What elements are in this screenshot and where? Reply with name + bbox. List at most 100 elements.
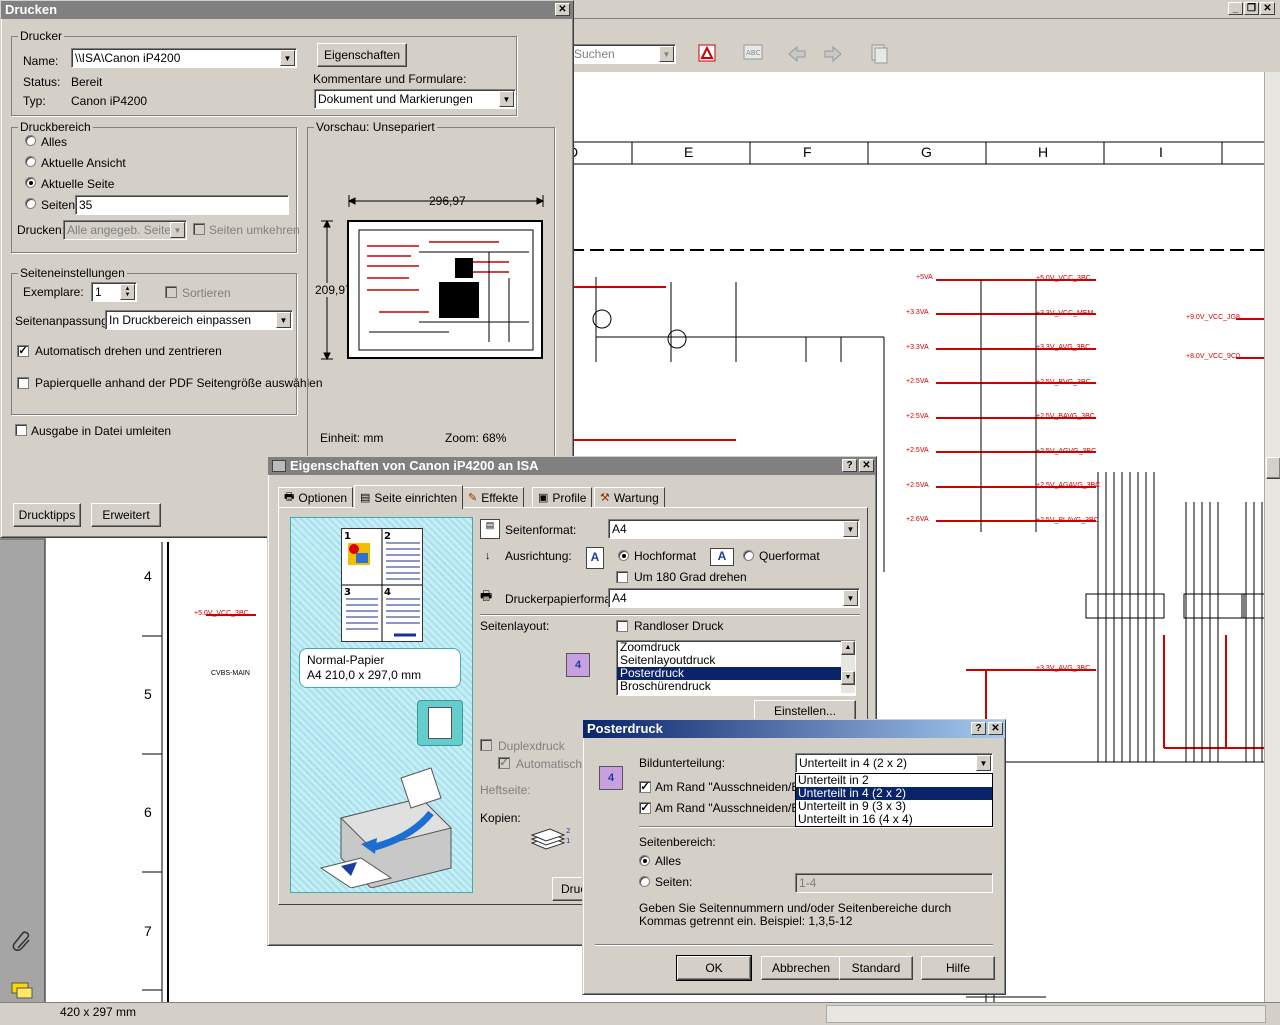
printer-paper-select[interactable]: A4 ▼ <box>608 588 860 608</box>
division-dropdown-list[interactable]: Unterteilt in 2 Unterteilt in 4 (2 x 2) … <box>795 773 993 827</box>
rotate-180-checkbox[interactable] <box>616 571 628 583</box>
paste-marks-checkbox[interactable]: ✓ <box>639 802 651 814</box>
horizontal-scrollbar[interactable] <box>826 1005 1266 1023</box>
division-select[interactable]: Unterteilt in 4 (2 x 2) ▼ <box>795 753 993 773</box>
back-arrow-icon[interactable] <box>786 44 808 64</box>
print-to-file-label: Ausgabe in Datei umleiten <box>31 424 172 438</box>
poster-titlebar: Posterdruck <box>583 720 1005 738</box>
reverse-pages-checkbox[interactable] <box>193 223 205 235</box>
svg-text:3: 3 <box>344 587 351 598</box>
close-app-icon[interactable]: ✕ <box>1260 2 1275 15</box>
orientation-arrow-icon: ↓ <box>485 550 491 562</box>
attachment-icon[interactable] <box>10 930 34 954</box>
range-view-label: Aktuelle Ansicht <box>41 156 126 170</box>
forward-arrow-icon[interactable] <box>822 44 844 64</box>
close-icon[interactable]: ✕ <box>988 722 1003 735</box>
range-pages-radio[interactable] <box>25 198 36 209</box>
papersource-checkbox[interactable] <box>17 377 29 389</box>
rail-label: +2.5VA <box>906 413 929 420</box>
search-input[interactable]: Suchen ▼ <box>570 44 676 64</box>
properties-button[interactable]: Eigenschaften <box>317 43 407 67</box>
cut-marks-checkbox[interactable]: ✓ <box>639 781 651 793</box>
scroll-thumb[interactable] <box>1266 457 1280 479</box>
net-label: +2.5V_PLAVG_3BC <box>1036 517 1099 524</box>
range-pages-radio[interactable] <box>639 876 650 887</box>
comments-select[interactable]: Dokument und Markierungen ▼ <box>314 89 516 109</box>
tab-effects[interactable]: ✎ Effekte <box>462 487 525 507</box>
page-layout-list[interactable]: Zoomdruck Seitenlayoutdruck Posterdruck … <box>616 640 856 696</box>
portrait-icon: A <box>586 547 604 569</box>
duplex-checkbox[interactable] <box>480 739 492 751</box>
tab-profiles[interactable]: ▣ Profile <box>532 487 593 507</box>
net-label: +8.0V_VCC_9C0 <box>1186 353 1240 360</box>
range-view-radio[interactable] <box>25 156 36 167</box>
close-icon[interactable]: ✕ <box>859 459 874 472</box>
tab-maintenance[interactable]: ⚒ Wartung <box>594 487 665 507</box>
range-all-label: Alles <box>41 135 68 149</box>
schematic-column-label: H <box>1038 144 1049 160</box>
options-icon: 🖶 <box>284 491 295 503</box>
schematic-column-label: I <box>1159 144 1163 160</box>
restore-icon[interactable]: ❐ <box>1244 2 1259 15</box>
tab-options[interactable]: 🖶 Optionen <box>278 487 354 507</box>
range-page-radio[interactable] <box>25 177 36 188</box>
collate-checkbox[interactable] <box>165 286 177 298</box>
list-item[interactable]: Broschürendruck <box>617 680 855 693</box>
print-subset-select[interactable]: Alle angegeb. Seiten ▼ <box>63 220 187 240</box>
list-scrollbar[interactable]: ▲ ▼ <box>841 641 855 693</box>
default-button[interactable]: Standard <box>839 956 913 980</box>
help-icon[interactable]: ? <box>971 722 986 735</box>
autorotate-checkbox[interactable]: ✓ <box>17 345 29 357</box>
range-pages-input[interactable]: 1-4 <box>795 873 993 893</box>
range-pages-label: Seiten <box>41 198 76 212</box>
help-icon[interactable]: ? <box>842 459 857 472</box>
tab-page-setup[interactable]: ▤ Seite einrichten <box>354 485 464 509</box>
print-dialog-titlebar: Drucken <box>1 1 573 19</box>
rotate-180-label: Um 180 Grad drehen <box>634 570 747 584</box>
schematic-row-label: 4 <box>144 568 152 584</box>
help-button[interactable]: Hilfe <box>921 956 995 980</box>
scaling-select[interactable]: In Druckbereich einpassen ▼ <box>105 310 293 330</box>
minimize-icon[interactable]: _ <box>1228 2 1243 15</box>
cancel-button[interactable]: Abbrechen <box>761 956 841 980</box>
vertical-scrollbar[interactable] <box>1264 72 1280 1002</box>
printer-name-select[interactable]: \\ISA\Canon iP4200 ▼ <box>71 48 297 68</box>
print-tips-button[interactable]: Drucktipps <box>13 503 81 527</box>
svg-text:1: 1 <box>344 531 351 542</box>
division-label: Bildunterteilung: <box>639 756 726 770</box>
layout-separator <box>480 614 860 615</box>
properties-title: Eigenschaften von Canon iP4200 an ISA <box>290 458 539 473</box>
rail-label: +3.3VA <box>906 309 929 316</box>
range-pages-label: Seiten: <box>655 875 693 889</box>
unit-label: Einheit: mm <box>320 431 384 445</box>
orientation-preview-icon <box>417 700 463 746</box>
svg-text:ABC: ABC <box>746 49 760 57</box>
landscape-radio[interactable] <box>743 550 754 561</box>
comments-label: Kommentare und Formulare: <box>313 72 467 86</box>
range-pages-input[interactable]: 35 <box>75 195 289 215</box>
page-format-select[interactable]: A4 ▼ <box>608 519 860 539</box>
pages-icon[interactable] <box>868 42 890 64</box>
portrait-radio[interactable] <box>618 550 629 561</box>
range-all-radio[interactable] <box>25 135 36 146</box>
borderless-checkbox[interactable] <box>616 620 628 632</box>
net-label: +3.3V_AVG_3BC <box>1036 344 1091 351</box>
close-icon[interactable]: ✕ <box>555 3 570 16</box>
ok-button[interactable]: OK <box>676 955 752 981</box>
schematic-row-label: 5 <box>144 686 152 702</box>
stapling-side-label: Heftseite: <box>480 783 531 797</box>
print-to-file-checkbox[interactable] <box>15 424 27 436</box>
net-label: CVBS-MAIN <box>211 670 250 677</box>
acrobat-pdf-icon[interactable] <box>696 42 718 64</box>
copies-input[interactable]: 1 ▲ ▼ <box>91 282 137 302</box>
advanced-button[interactable]: Erweitert <box>91 503 161 527</box>
range-all-radio[interactable] <box>639 855 650 866</box>
spellcheck-icon[interactable]: ABC <box>742 42 764 64</box>
auto-duplex-checkbox[interactable]: ✓ <box>498 757 510 769</box>
poster-sheet-preview: 1 2 3 4 <box>341 528 423 642</box>
list-item[interactable]: Unterteilt in 16 (4 x 4) <box>796 813 992 826</box>
print-dialog-title: Drucken <box>5 2 58 17</box>
comments-icon[interactable] <box>10 980 34 1002</box>
rail-label: +5VA <box>916 274 933 281</box>
preview-thumbnail <box>347 220 543 359</box>
